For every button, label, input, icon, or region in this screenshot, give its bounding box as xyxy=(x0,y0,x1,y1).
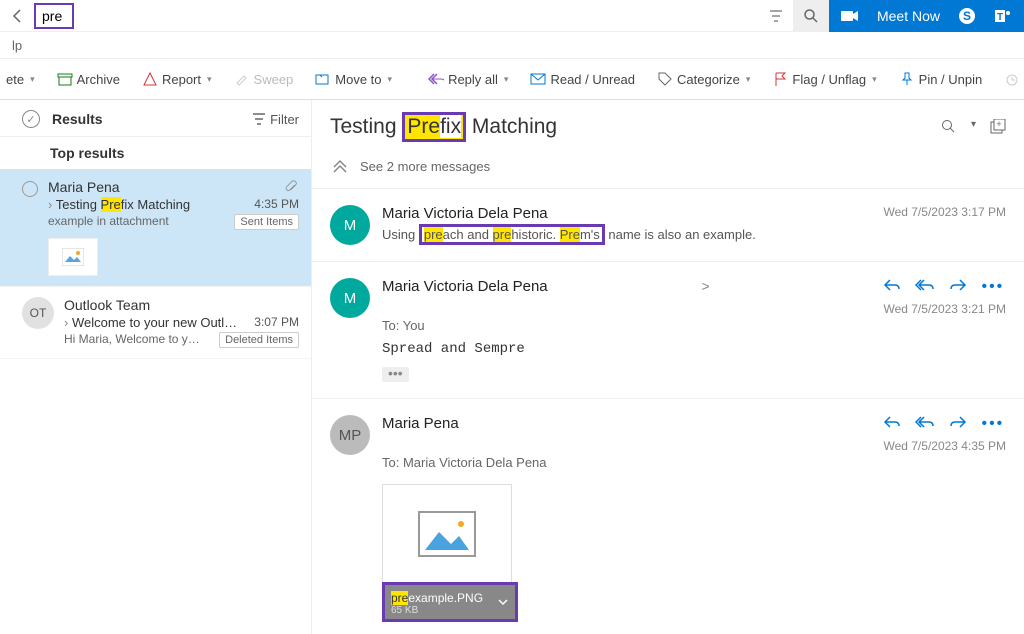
message-body: Spread and Sempre xyxy=(382,341,1006,357)
replyall-icon[interactable] xyxy=(915,415,935,433)
sender-name: Maria Pena xyxy=(48,179,120,195)
timestamp: Wed 7/5/2023 3:21 PM xyxy=(883,302,1006,316)
attachment-thumb[interactable] xyxy=(48,238,98,276)
arrow-indicator: > xyxy=(702,278,710,294)
preview-text: example in attachment xyxy=(48,214,169,230)
categorize-button[interactable]: Categorize▾ xyxy=(653,67,754,91)
list-item[interactable]: Maria Pena › Testing Prefix Matching 4:3… xyxy=(0,169,311,287)
expand-dots[interactable]: ••• xyxy=(382,367,409,382)
time-label: 4:35 PM xyxy=(254,197,299,212)
attachment-bar[interactable]: preexample.PNG 65 KB xyxy=(382,582,518,622)
snooze-button[interactable]: Snooze▾ xyxy=(1000,67,1024,91)
filter-button[interactable]: Filter xyxy=(252,112,299,127)
readunread-button[interactable]: Read / Unread xyxy=(526,67,639,91)
to-line: To: Maria Victoria Dela Pena xyxy=(382,455,1006,470)
attachment-icon xyxy=(285,179,299,195)
chevron-down-icon[interactable]: ▾ xyxy=(971,119,976,135)
top-results-header: Top results xyxy=(0,136,311,169)
expand-up-icon[interactable] xyxy=(330,158,350,174)
back-icon[interactable] xyxy=(4,4,32,28)
forward-icon[interactable] xyxy=(949,415,967,433)
chevron-down-icon[interactable] xyxy=(497,596,509,608)
to-line: To: You xyxy=(382,318,1006,333)
more-icon[interactable]: ••• xyxy=(981,415,1004,433)
sweep-button[interactable]: Sweep xyxy=(230,67,298,91)
avatar: MP xyxy=(330,415,370,455)
search-input[interactable] xyxy=(34,3,74,29)
svg-text:+: + xyxy=(996,119,1001,129)
svg-text:S: S xyxy=(963,9,971,23)
avatar: OT xyxy=(22,297,54,329)
reply-icon[interactable] xyxy=(883,278,901,296)
sender-name: Outlook Team xyxy=(64,297,150,313)
attachment-size: 65 KB xyxy=(391,605,483,616)
more-icon[interactable]: ••• xyxy=(981,278,1004,296)
pin-button[interactable]: Pin / Unpin xyxy=(895,67,987,91)
timestamp: Wed 7/5/2023 4:35 PM xyxy=(883,439,1006,453)
select-all-checkbox[interactable] xyxy=(22,110,40,128)
snippet-text: Using preach and prehistoric. Prem's nam… xyxy=(382,224,1006,245)
subject-line: › Testing Prefix Matching xyxy=(48,197,190,212)
forward-icon[interactable] xyxy=(949,278,967,296)
svg-text:T: T xyxy=(997,12,1003,23)
folder-tag: Sent Items xyxy=(234,214,299,230)
archive-button[interactable]: Archive xyxy=(53,67,124,91)
zoom-icon[interactable] xyxy=(941,119,957,135)
subject-heading: Testing Prefix Matching xyxy=(330,112,557,142)
subheader-text: lp xyxy=(12,38,22,53)
select-radio[interactable] xyxy=(22,181,38,197)
time-label: 3:07 PM xyxy=(254,315,299,330)
toolbar: ete▾ Archive Report▾ Sweep Move to▾ Repl… xyxy=(0,58,1024,100)
folder-tag: Deleted Items xyxy=(219,332,299,348)
search-button[interactable] xyxy=(793,0,829,32)
reply-icon[interactable] xyxy=(883,415,901,433)
attachment-preview[interactable] xyxy=(382,484,512,584)
timestamp: Wed 7/5/2023 3:17 PM xyxy=(883,205,1006,219)
replyall-icon[interactable] xyxy=(915,278,935,296)
moveto-button[interactable]: Move to▾ xyxy=(311,67,396,91)
delete-button[interactable]: ete▾ xyxy=(2,68,39,91)
teams-icon[interactable]: T xyxy=(994,7,1012,25)
sender-name: Maria Victoria Dela Pena xyxy=(382,205,548,222)
avatar: M xyxy=(330,205,370,245)
list-item[interactable]: OT Outlook Team › Welcome to your new Ou… xyxy=(0,287,311,359)
preview-text: Hi Maria, Welcome to y… xyxy=(64,332,200,348)
replyall-button[interactable]: Reply all▾ xyxy=(424,67,512,91)
search-filter-icon[interactable] xyxy=(759,5,793,27)
flag-button[interactable]: Flag / Unflag▾ xyxy=(768,67,880,91)
sender-name: Maria Pena xyxy=(382,415,459,432)
results-heading: Results xyxy=(52,111,252,127)
camera-icon xyxy=(841,9,859,23)
report-button[interactable]: Report▾ xyxy=(138,67,216,91)
avatar: M xyxy=(330,278,370,318)
sender-name: Maria Victoria Dela Pena xyxy=(382,278,548,295)
meet-now-button[interactable]: Meet Now xyxy=(877,8,940,24)
subject-line: › Welcome to your new Outl… xyxy=(64,315,237,330)
popout-icon[interactable]: + xyxy=(990,119,1006,135)
skype-icon[interactable]: S xyxy=(958,7,976,25)
see-more-link[interactable]: See 2 more messages xyxy=(360,159,490,174)
